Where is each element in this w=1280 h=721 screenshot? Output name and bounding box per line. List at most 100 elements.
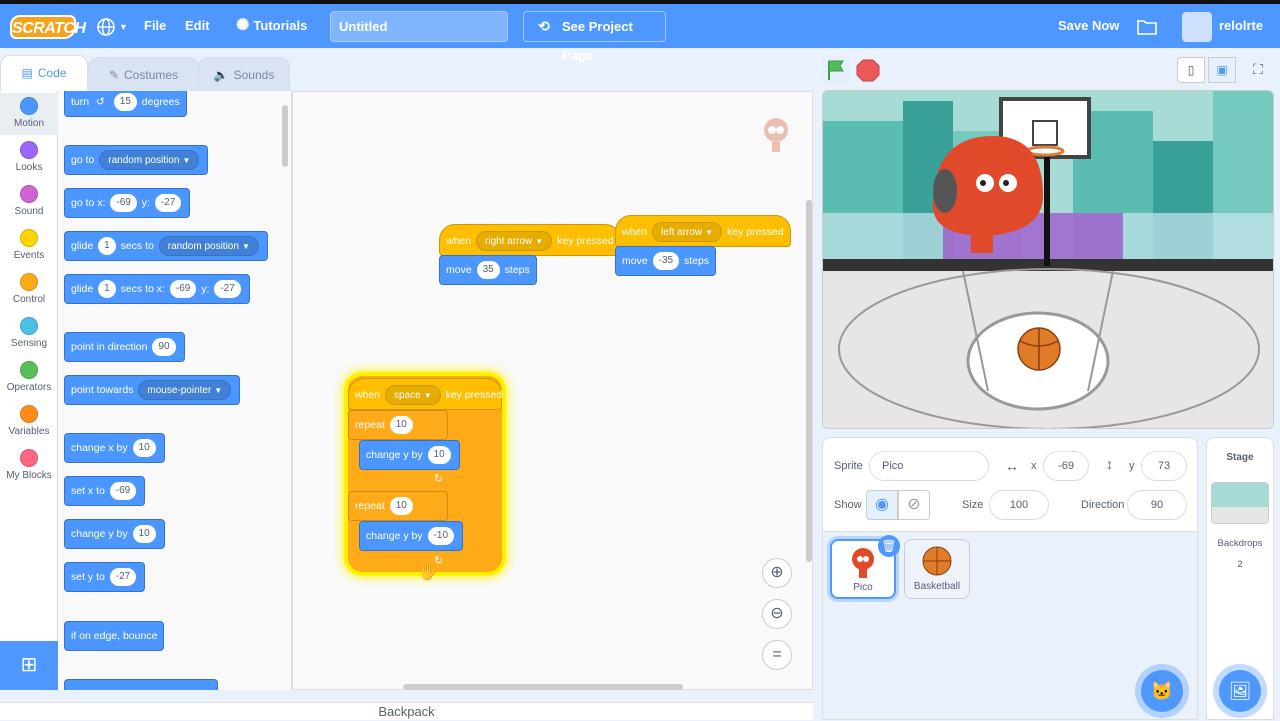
large-stage-button[interactable]: ▣ <box>1208 57 1236 83</box>
block-dropdown[interactable]: mouse-pointer ▼ <box>138 380 232 401</box>
save-now-button[interactable]: Save Now <box>1058 4 1119 48</box>
green-flag-button[interactable] <box>822 56 850 84</box>
backpack[interactable]: Backpack <box>0 702 813 720</box>
block-input[interactable]: 35 <box>476 261 500 280</box>
palette-scrollbar[interactable] <box>282 105 288 167</box>
key-dropdown[interactable]: left arrow ▼ <box>652 222 723 243</box>
block-point-in-direction[interactable]: point in direction 90 <box>64 332 185 362</box>
tutorials-menu[interactable]: ✺ Tutorials <box>236 4 307 48</box>
direction-input[interactable]: 90 <box>1127 490 1187 520</box>
block-input[interactable]: 10 <box>427 446 451 465</box>
small-stage-button[interactable]: ▯ <box>1177 57 1205 83</box>
block-change-y-by[interactable]: change y by -10 <box>359 521 463 551</box>
block-move-steps[interactable]: move -35 steps <box>615 246 717 276</box>
block-dropdown[interactable]: random position ▼ <box>99 150 200 171</box>
block-input[interactable]: -10 <box>427 527 454 546</box>
show-visible-button[interactable]: ◉ <box>866 490 898 520</box>
block-input[interactable]: -35 <box>652 252 680 271</box>
category-looks[interactable]: Looks <box>0 141 58 173</box>
block-repeat[interactable]: repeat 10 <box>348 410 448 440</box>
size-input[interactable]: 100 <box>989 490 1049 520</box>
block-input[interactable]: 10 <box>132 439 156 458</box>
block-if-on-edge-bounce[interactable]: if on edge, bounce <box>64 621 165 651</box>
block-go-to[interactable]: go to random position ▼ <box>64 145 209 175</box>
tab-code[interactable]: ▤ Code <box>0 55 88 92</box>
category-motion[interactable]: Motion <box>0 93 58 135</box>
block-input[interactable]: 90 <box>152 338 176 357</box>
backdrop-thumbnail[interactable] <box>1211 482 1269 524</box>
block-input[interactable]: 1 <box>98 280 116 299</box>
category-variables[interactable]: Variables <box>0 405 58 437</box>
script-area[interactable]: when right arrow ▼ key pressed move 35 st… <box>292 91 813 690</box>
block-input[interactable]: 10 <box>132 525 156 544</box>
block-move-steps[interactable]: move 35 steps <box>439 255 537 285</box>
block-change-y-by[interactable]: change y by 10 <box>359 440 460 470</box>
block-input[interactable]: -69 <box>109 482 137 501</box>
sensing-dot-icon <box>20 317 38 335</box>
delete-sprite-button[interactable]: 🗑 <box>878 535 900 557</box>
account-menu[interactable]: relolrte ▼ <box>1219 4 1280 76</box>
tab-sounds[interactable]: 🔈 Sounds <box>198 57 290 91</box>
zoom-reset-button[interactable]: = <box>762 640 792 670</box>
block-input[interactable]: 15 <box>113 93 137 112</box>
my-stuff-folder[interactable] <box>1137 4 1157 48</box>
category-sound[interactable]: Sound <box>0 185 58 217</box>
key-dropdown[interactable]: space ▼ <box>385 385 441 406</box>
show-hidden-button[interactable]: ⊘ <box>898 490 930 520</box>
hat-when-left-arrow[interactable]: when left arrow ▼ key pressed <box>615 215 791 247</box>
block-input[interactable]: 1 <box>98 237 116 256</box>
block-input[interactable]: -27 <box>214 280 241 299</box>
category-control[interactable]: Control <box>0 273 58 305</box>
avatar[interactable] <box>1182 12 1212 42</box>
key-dropdown[interactable]: right arrow ▼ <box>476 231 553 252</box>
script-vertical-scrollbar[interactable] <box>806 200 812 562</box>
block-input[interactable]: -27 <box>109 568 137 587</box>
script-horizontal-scrollbar[interactable] <box>403 684 683 690</box>
block-set-y-to[interactable]: set y to -27 <box>64 562 146 592</box>
category-sensing[interactable]: Sensing <box>0 317 58 349</box>
edit-menu[interactable]: Edit <box>185 4 210 48</box>
tab-costumes[interactable]: ✎ Costumes <box>88 57 199 91</box>
block-repeat[interactable]: repeat 10 <box>348 491 448 521</box>
block-turn[interactable]: turn ↺ 15 degrees <box>64 91 187 117</box>
block-glide-to-xy[interactable]: glide 1 secs to x: -69 y: -27 <box>64 274 250 304</box>
block-change-x-by[interactable]: change x by 10 <box>64 433 165 463</box>
project-title-input[interactable]: Untitled <box>330 11 508 42</box>
choose-backdrop-button[interactable]: 🖼 <box>1219 670 1261 712</box>
see-project-page-button[interactable]: ⟲ See Project Page <box>523 11 666 63</box>
block-input[interactable]: 10 <box>389 497 413 516</box>
block-go-to-xy[interactable]: go to x: -69 y: -27 <box>64 188 191 218</box>
block-partial[interactable] <box>64 679 218 690</box>
add-extension-button[interactable]: ⊞ <box>0 641 58 690</box>
sprite-name-input[interactable]: Pico <box>869 451 989 481</box>
sprite-tile-basketball[interactable]: Basketball <box>904 539 970 599</box>
hat-when-right-arrow[interactable]: when right arrow ▼ key pressed <box>439 224 621 256</box>
choose-sprite-button[interactable]: 🐱 <box>1141 670 1183 712</box>
language-menu[interactable]: ▼ <box>96 4 128 48</box>
block-input[interactable]: -69 <box>169 280 197 299</box>
block-input[interactable]: -27 <box>154 194 182 213</box>
block-glide-to[interactable]: glide 1 secs to random position ▼ <box>64 231 268 261</box>
file-menu[interactable]: File <box>144 4 166 48</box>
category-events[interactable]: Events <box>0 229 58 261</box>
block-set-x-to[interactable]: set x to -69 <box>64 476 146 506</box>
x-input[interactable]: -69 <box>1043 451 1089 481</box>
tab-code-label: Code <box>37 66 67 80</box>
category-operators[interactable]: Operators <box>0 361 58 393</box>
block-input[interactable]: -69 <box>110 194 137 213</box>
block-input[interactable]: 10 <box>389 416 413 435</box>
block-point-towards[interactable]: point towards mouse-pointer ▼ <box>64 375 241 405</box>
scratch-logo[interactable]: SCRATCH <box>10 15 86 39</box>
block-dropdown[interactable]: random position ▼ <box>158 236 259 257</box>
zoom-out-button[interactable]: ⊖ <box>762 599 792 629</box>
zoom-in-button[interactable]: ⊕ <box>762 558 792 588</box>
stop-button[interactable] <box>854 56 882 84</box>
y-input[interactable]: 73 <box>1141 451 1187 481</box>
hat-when-space[interactable]: when space ▼ key pressed <box>348 378 502 410</box>
fullscreen-button[interactable]: ⛶ <box>1244 57 1272 83</box>
category-my-blocks[interactable]: My Blocks <box>0 449 58 481</box>
block-text: when <box>446 235 472 247</box>
block-change-y-by[interactable]: change y by 10 <box>64 519 165 549</box>
stage-target-pane[interactable]: Stage Backdrops 2 🖼 <box>1206 437 1274 720</box>
stage-canvas[interactable] <box>822 90 1274 429</box>
